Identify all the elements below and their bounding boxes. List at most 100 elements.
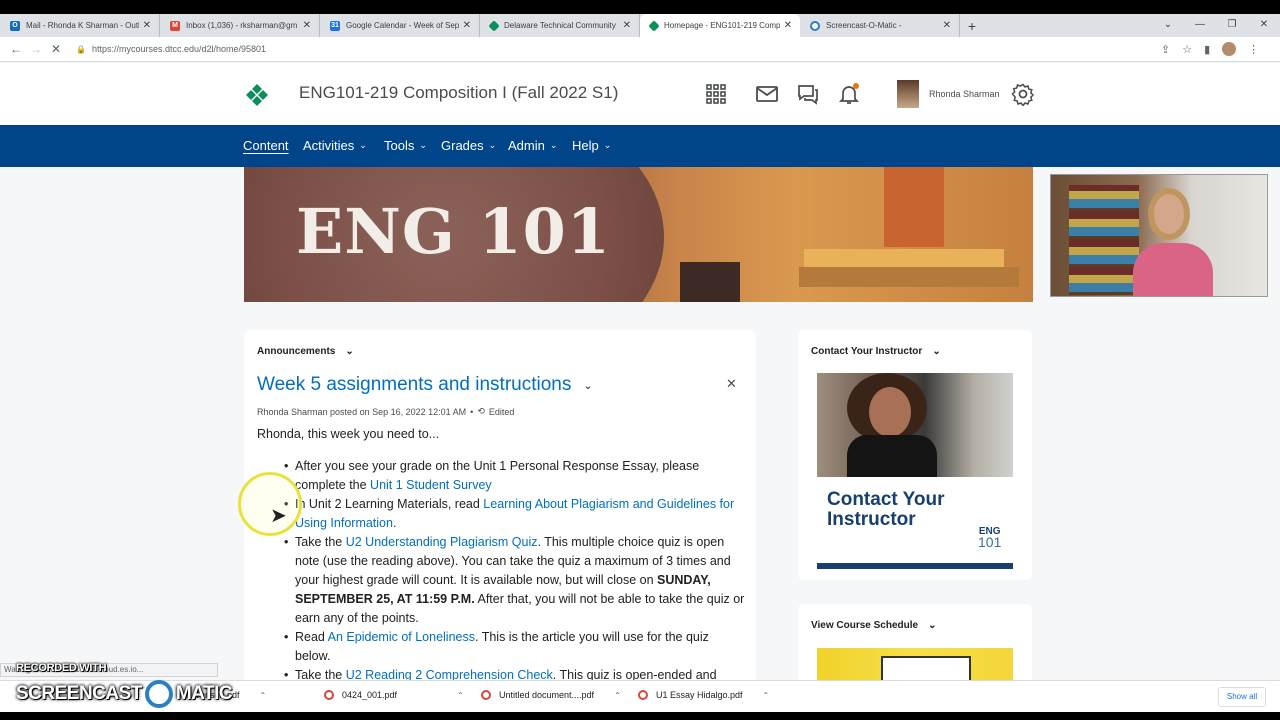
share-icon[interactable]: ⇪ xyxy=(1161,43,1170,56)
announcements-header[interactable]: Announcements ⌄ xyxy=(257,346,354,357)
tab-title: Homepage - ENG101-219 Comp xyxy=(664,21,780,30)
side-panel-icon[interactable]: ▮ xyxy=(1204,43,1210,56)
chevron-down-icon[interactable]: ⌄ xyxy=(583,379,592,392)
watermark-screencast: SCREENCAST xyxy=(16,683,142,704)
list-item: After you see your grade on the Unit 1 P… xyxy=(284,457,745,495)
message-alerts-icon[interactable] xyxy=(796,82,820,106)
chevron-up-icon[interactable]: ⌃ xyxy=(260,691,267,700)
watermark-matic: MATIC xyxy=(175,683,233,704)
browser-tab-screencast[interactable]: Screencast-O-Matic - ✕ xyxy=(800,14,960,37)
user-name[interactable]: Rhonda Sharman xyxy=(929,89,1000,99)
unit1-survey-link[interactable]: Unit 1 Student Survey xyxy=(370,478,492,492)
nav-item-label: Admin xyxy=(508,138,545,153)
tab-title: Google Calendar - Week of Sept xyxy=(346,21,459,30)
close-tab-icon[interactable]: ✕ xyxy=(463,20,471,31)
browser-tab-calendar[interactable]: 31 Google Calendar - Week of Sept ✕ xyxy=(320,14,480,37)
course-number: 101 xyxy=(978,534,1002,550)
close-tab-icon[interactable]: ✕ xyxy=(623,20,631,31)
nav-item-content[interactable]: Content xyxy=(243,138,289,153)
close-tab-icon[interactable]: ✕ xyxy=(143,20,151,31)
close-window-icon[interactable]: ✕ xyxy=(1248,14,1280,37)
nav-item-label: Content xyxy=(243,138,289,153)
edited-clock-icon: ⟲ xyxy=(477,406,485,416)
download-item[interactable]: 0424_001.pdf ⌃ xyxy=(324,690,464,700)
dismiss-announcement-icon[interactable]: ✕ xyxy=(726,376,737,392)
browser-tab-dtcc[interactable]: Delaware Technical Community ✕ xyxy=(480,14,640,37)
chevron-up-icon[interactable]: ⌃ xyxy=(614,691,621,700)
url-field[interactable]: 🔒 https://mycourses.dtcc.edu/d2l/home/95… xyxy=(76,40,1161,59)
chevron-down-icon[interactable]: ⌄ xyxy=(345,346,353,357)
minimize-icon[interactable]: — xyxy=(1184,14,1216,37)
course-title[interactable]: ENG101-219 Composition I (Fall 2022 S1) xyxy=(299,83,618,103)
webcam-presenter xyxy=(1133,183,1213,296)
browser-tab-outlook[interactable]: O Mail - Rhonda K Sharman - Outl ✕ xyxy=(0,14,160,37)
announcement-title[interactable]: Week 5 assignments and instructions ⌄ xyxy=(257,374,593,396)
banner-pencil-cup xyxy=(680,262,740,302)
close-tab-icon[interactable]: ✕ xyxy=(784,20,792,31)
chevron-down-icon[interactable]: ⌄ xyxy=(928,620,936,631)
announcement-meta: Rhonda Sharman posted on Sep 16, 2022 12… xyxy=(257,406,514,417)
school-logo-icon[interactable] xyxy=(246,84,268,106)
browser-tab-gmail[interactable]: M Inbox (1,036) - rksharman@gm ✕ xyxy=(160,14,320,37)
item-text: Read xyxy=(295,630,328,644)
tab-title: Inbox (1,036) - rksharman@gm xyxy=(186,21,298,30)
edited-label: Edited xyxy=(488,406,515,417)
pdf-file-icon xyxy=(324,690,334,700)
chevron-down-icon: ⌄ xyxy=(419,140,427,150)
nav-item-tools[interactable]: Tools ⌄ xyxy=(384,138,427,153)
download-item[interactable]: U1 Essay Hidalgo.pdf ⌃ xyxy=(638,690,769,700)
gmail-icon: M xyxy=(170,20,180,31)
item-text: . xyxy=(392,516,397,530)
maximize-icon[interactable]: ❐ xyxy=(1216,14,1248,37)
close-tab-icon[interactable]: ✕ xyxy=(303,20,311,31)
chevron-down-icon: ⌄ xyxy=(488,140,497,150)
mail-icon[interactable] xyxy=(755,82,779,106)
chevron-up-icon[interactable]: ⌃ xyxy=(763,691,770,700)
show-all-downloads-button[interactable]: Show all xyxy=(1218,687,1266,707)
nav-item-help[interactable]: Help ⌄ xyxy=(572,138,611,153)
contact-instructor-image[interactable]: Contact Your Instructor ENG 101 xyxy=(817,373,1013,569)
loneliness-article-link[interactable]: An Epidemic of Loneliness xyxy=(328,630,475,644)
announcement-title-text[interactable]: Week 5 assignments and instructions xyxy=(257,374,571,396)
chevron-down-icon[interactable]: ⌄ xyxy=(932,346,940,357)
profile-avatar[interactable] xyxy=(1222,42,1237,56)
settings-gear-icon[interactable] xyxy=(1011,82,1035,106)
contact-header[interactable]: Contact Your Instructor ⌄ xyxy=(811,346,941,357)
nav-item-activities[interactable]: Activities ⌄ xyxy=(303,138,367,153)
close-tab-icon[interactable]: ✕ xyxy=(943,20,951,31)
screencast-icon xyxy=(810,20,820,31)
back-icon[interactable]: ← xyxy=(6,42,26,56)
chrome-menu-icon[interactable]: ⋮ xyxy=(1248,43,1259,56)
browser-tab-homepage[interactable]: Homepage - ENG101-219 Comp ✕ xyxy=(640,14,800,37)
schedule-header[interactable]: View Course Schedule ⌄ xyxy=(811,620,936,631)
d2l-icon xyxy=(648,19,660,32)
d2l-icon xyxy=(488,19,500,32)
user-avatar[interactable] xyxy=(897,80,919,108)
new-tab-button[interactable]: + xyxy=(960,14,984,37)
announcement-list: After you see your grade on the Unit 1 P… xyxy=(284,457,745,685)
download-filename: U1 Essay Hidalgo.pdf xyxy=(656,690,743,700)
item-text: Take the xyxy=(295,535,346,549)
widget-title: View Course Schedule xyxy=(811,620,919,631)
download-item[interactable]: Untitled document....pdf ⌃ xyxy=(481,690,621,700)
chevron-up-icon[interactable]: ⌃ xyxy=(457,691,464,700)
course-header: ENG101-219 Composition I (Fall 2022 S1) … xyxy=(0,63,1280,125)
screen-bottom-bar xyxy=(0,712,1280,720)
nav-item-label: Grades xyxy=(441,138,484,153)
widget-title: Contact Your Instructor xyxy=(811,346,923,357)
tab-search-icon[interactable]: ⌄ xyxy=(1152,14,1184,37)
tab-title: Mail - Rhonda K Sharman - Outl xyxy=(26,21,139,30)
plagiarism-quiz-link[interactable]: U2 Understanding Plagiarism Quiz xyxy=(346,535,538,549)
lock-icon[interactable]: 🔒 xyxy=(76,45,86,54)
tab-title: Screencast-O-Matic - xyxy=(826,21,902,30)
notifications-bell-icon[interactable] xyxy=(837,82,861,106)
announcements-widget: Announcements ⌄ Week 5 assignments and i… xyxy=(244,330,756,690)
course-selector-grid-icon[interactable] xyxy=(704,82,728,106)
bookmark-star-icon[interactable]: ☆ xyxy=(1182,43,1192,56)
nav-item-grades[interactable]: Grades ⌄ xyxy=(441,138,496,153)
stop-loading-icon[interactable]: ✕ xyxy=(46,42,66,56)
nav-item-admin[interactable]: Admin ⌄ xyxy=(508,138,557,153)
contact-photo xyxy=(817,373,1013,477)
forward-icon[interactable]: → xyxy=(26,42,46,56)
banner-books xyxy=(804,249,1004,267)
